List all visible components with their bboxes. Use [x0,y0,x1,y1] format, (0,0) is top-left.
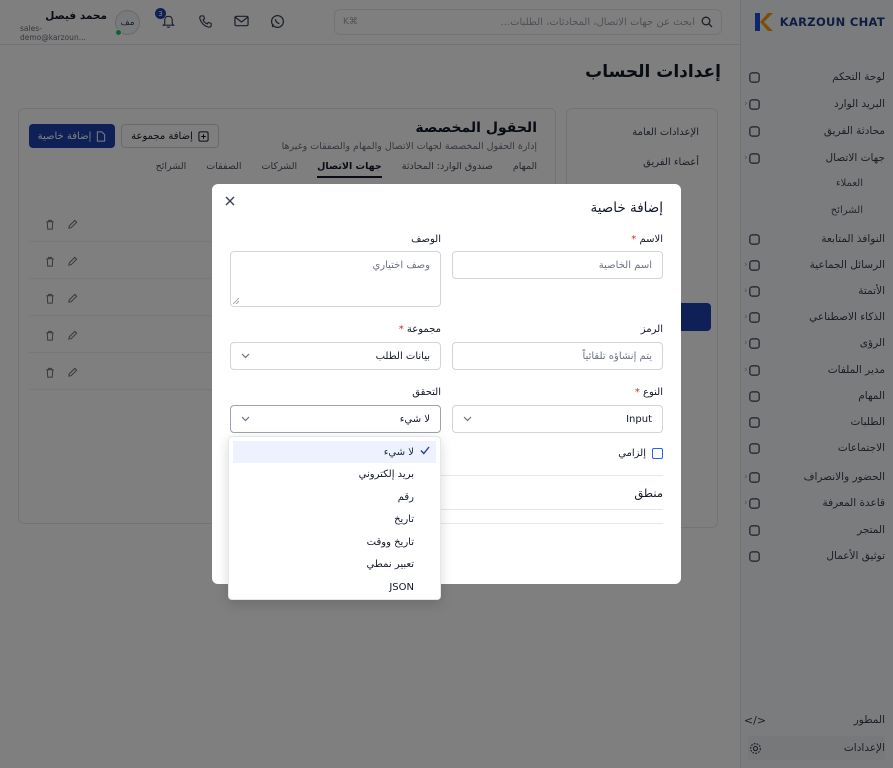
option-label: بريد إلكتروني [358,469,414,480]
option-label: تاريخ [394,514,414,525]
option-label: لا شيء [383,446,414,458]
option-label: تعبير نمطي [366,559,414,570]
description-label: الوصف [411,234,441,245]
validation-label: التحقق [412,387,441,398]
code-label: الرمز [640,324,663,335]
validation-option[interactable]: تاريخ [233,509,436,531]
validation-option[interactable]: رقم [233,486,436,508]
group-select[interactable]: بيانات الطلب [230,342,441,370]
validation-option[interactable]: تاريخ ووقت [233,531,436,553]
modal-title: إضافة خاصية [590,200,663,216]
validation-option[interactable]: JSON [233,576,436,598]
required-label: إلزامي [618,448,646,459]
type-select[interactable]: Input [452,405,663,433]
option-label: تاريخ ووقت [366,536,414,548]
option-label: رقم [397,491,414,503]
validation-option[interactable]: تعبير نمطي [233,554,436,576]
code-input[interactable]: يتم إنشاؤه تلقائياً [452,342,663,370]
validation-option[interactable]: بريد إلكتروني [233,464,436,486]
resize-handle-icon[interactable] [233,298,239,304]
validation-dropdown: لا شيء بريد إلكتروني رقم تاريخ تاريخ ووقت تعب… [228,436,441,600]
validation-option[interactable]: لا شيء [233,441,436,463]
chevron-down-icon [241,416,250,422]
description-textarea[interactable]: وصف اختياري [230,251,441,307]
name-label: الاسم * [631,234,663,245]
close-icon[interactable] [225,196,235,206]
chevron-down-icon [463,416,472,422]
name-input[interactable]: اسم الخاصية [452,251,663,279]
check-icon [420,446,430,455]
required-checkbox[interactable] [652,448,663,459]
type-label: النوع * [634,387,663,398]
group-label: مجموعة * [398,324,441,335]
validation-select[interactable]: لا شيء [230,405,441,433]
option-label: JSON [389,581,414,593]
logic-section-title: منطق [634,486,663,500]
chevron-down-icon [241,353,250,359]
